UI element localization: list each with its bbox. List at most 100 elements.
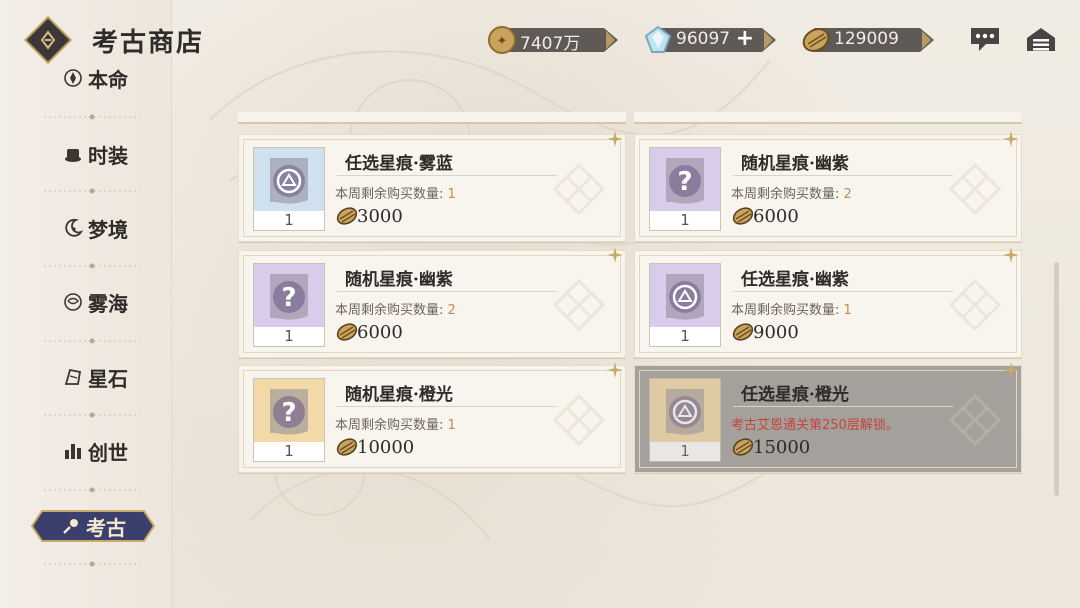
sidebar-item-fashion[interactable]: 时装 — [40, 136, 150, 172]
purchase-limit-count: 1 — [447, 187, 456, 202]
shell-amount: 129009 — [834, 29, 899, 49]
sidebar-item-label: 梦境 — [88, 217, 128, 242]
price-amount: 6000 — [357, 321, 403, 343]
svg-text:✦: ✦ — [497, 34, 508, 49]
currency-shell: 129009 — [800, 26, 934, 54]
card-deco-icon — [553, 163, 605, 215]
partial-card — [238, 112, 626, 124]
card-deco-icon — [949, 163, 1001, 215]
page-title: 考古商店 — [92, 28, 205, 58]
price-amount: 10000 — [357, 436, 415, 458]
scrollbar[interactable] — [1054, 262, 1059, 496]
sidebar-item-star-stone[interactable]: 星石 — [40, 359, 150, 395]
chat-icon[interactable] — [968, 24, 1002, 54]
sidebar-item-label: 时装 — [88, 143, 128, 168]
purchase-limit: 本周剩余购买数量: 2 — [335, 299, 456, 318]
item-quantity: 1 — [254, 327, 324, 346]
crystal-icon — [642, 24, 674, 56]
add-crystal-button[interactable]: + — [736, 26, 754, 51]
sidebar-item-dream[interactable]: 梦境 — [40, 210, 150, 246]
item-quantity: 1 — [254, 442, 324, 461]
divider — [733, 175, 953, 176]
item-thumbnail[interactable]: 1 — [649, 378, 721, 462]
gold-amount: 7407万 — [520, 34, 581, 54]
shop-logo-icon — [23, 15, 73, 65]
nav-divider — [44, 114, 140, 120]
purchase-limit-label: 本周剩余购买数量: — [335, 303, 444, 318]
price-amount: 6000 — [753, 205, 799, 227]
svg-text:?: ? — [281, 398, 296, 428]
item-thumbnail[interactable]: 1 — [253, 147, 325, 231]
item-name: 任选星痕·橙光 — [741, 385, 849, 405]
item-price: 6000 — [335, 321, 403, 343]
shop-item-card[interactable]: 1 任选星痕·雾蓝 本周剩余购买数量: 1 3000 — [238, 131, 626, 242]
divider — [337, 175, 557, 176]
item-quantity: 1 — [254, 211, 324, 230]
shop-item-card[interactable]: ? 1 随机星痕·幽紫 本周剩余购买数量: 2 6000 — [634, 131, 1022, 242]
price-amount: 9000 — [753, 321, 799, 343]
price-amount: 3000 — [357, 205, 403, 227]
sidebar-item-benming[interactable]: 本命 — [40, 60, 150, 96]
hat-icon — [65, 149, 81, 162]
card-deco-icon — [553, 394, 605, 446]
nav-divider — [44, 487, 140, 493]
shop-item-card[interactable]: ? 1 随机星痕·橙光 本周剩余购买数量: 1 10000 — [238, 362, 626, 473]
item-name: 随机星痕·幽紫 — [741, 154, 849, 174]
purchase-limit: 本周剩余购买数量: 1 — [731, 299, 852, 318]
item-price: 10000 — [335, 436, 414, 458]
sidebar-item-label: 星石 — [88, 366, 128, 391]
nav-divider — [44, 412, 140, 418]
item-thumbnail[interactable]: 1 — [649, 263, 721, 347]
item-price: 15000 — [731, 436, 810, 458]
sidebar-item-creation[interactable]: 创世 — [40, 433, 150, 469]
shop-item-card[interactable]: 1 任选星痕·橙光 考古艾恩通关第250层解锁。 15000 — [634, 362, 1022, 473]
sparkle-icon — [607, 131, 623, 147]
item-quantity: 1 — [650, 211, 720, 230]
sidebar-item-mist-sea[interactable]: 雾海 — [40, 284, 150, 320]
item-thumbnail[interactable]: ? 1 — [649, 147, 721, 231]
purchase-limit-count: 1 — [447, 418, 456, 433]
shop-item-card[interactable]: 1 任选星痕·幽紫 本周剩余购买数量: 1 9000 — [634, 247, 1022, 358]
purchase-limit: 本周剩余购买数量: 2 — [731, 183, 852, 202]
sidebar-item-label: 本命 — [88, 67, 128, 92]
sidebar-item-label: 创世 — [88, 440, 128, 465]
shell-coin-icon — [732, 323, 754, 341]
purchase-limit: 本周剩余购买数量: 1 — [335, 183, 456, 202]
gold-coin-icon: ✦ — [486, 24, 518, 56]
sparkle-icon — [1003, 247, 1019, 263]
purchase-limit-count: 2 — [843, 187, 852, 202]
nav-divider — [44, 561, 140, 567]
sidebar-item-label: 考古 — [86, 515, 126, 540]
svg-text:?: ? — [677, 167, 692, 197]
sparkle-icon — [1003, 362, 1019, 378]
nav-divider — [44, 338, 140, 344]
card-deco-icon — [949, 394, 1001, 446]
purchase-limit-label: 本周剩余购买数量: — [731, 187, 840, 202]
lotus-icon — [64, 69, 82, 87]
purchase-limit-label: 本周剩余购买数量: — [731, 303, 840, 318]
moon-icon — [65, 218, 84, 237]
star-mark-scroll-icon: ? — [650, 148, 720, 212]
unlock-requirement: 考古艾恩通关第250层解锁。 — [731, 418, 899, 433]
sidebar-item-archaeology[interactable]: 考古 — [30, 509, 156, 543]
shovel-icon — [63, 519, 78, 534]
star-mark-scroll-icon — [650, 379, 720, 443]
shell-coin-icon — [336, 323, 358, 341]
shell-coin-icon — [800, 24, 832, 56]
star-mark-scroll-icon: ? — [254, 264, 324, 328]
shop-item-card[interactable]: ? 1 随机星痕·幽紫 本周剩余购买数量: 2 6000 — [238, 247, 626, 358]
shell-coin-icon — [336, 438, 358, 456]
nav-divider — [44, 188, 140, 194]
currency-gold: ✦ 7407万 — [486, 26, 618, 54]
partial-card — [634, 112, 1022, 124]
item-quantity: 1 — [650, 327, 720, 346]
purchase-limit-count: 2 — [447, 303, 456, 318]
mist-icon — [64, 293, 82, 311]
sidebar-item-label: 雾海 — [88, 291, 128, 316]
home-icon[interactable] — [1024, 24, 1058, 54]
purchase-limit-count: 1 — [843, 303, 852, 318]
item-thumbnail[interactable]: ? 1 — [253, 263, 325, 347]
item-thumbnail[interactable]: ? 1 — [253, 378, 325, 462]
item-name: 随机星痕·橙光 — [345, 385, 453, 405]
item-name: 任选星痕·雾蓝 — [345, 154, 453, 174]
